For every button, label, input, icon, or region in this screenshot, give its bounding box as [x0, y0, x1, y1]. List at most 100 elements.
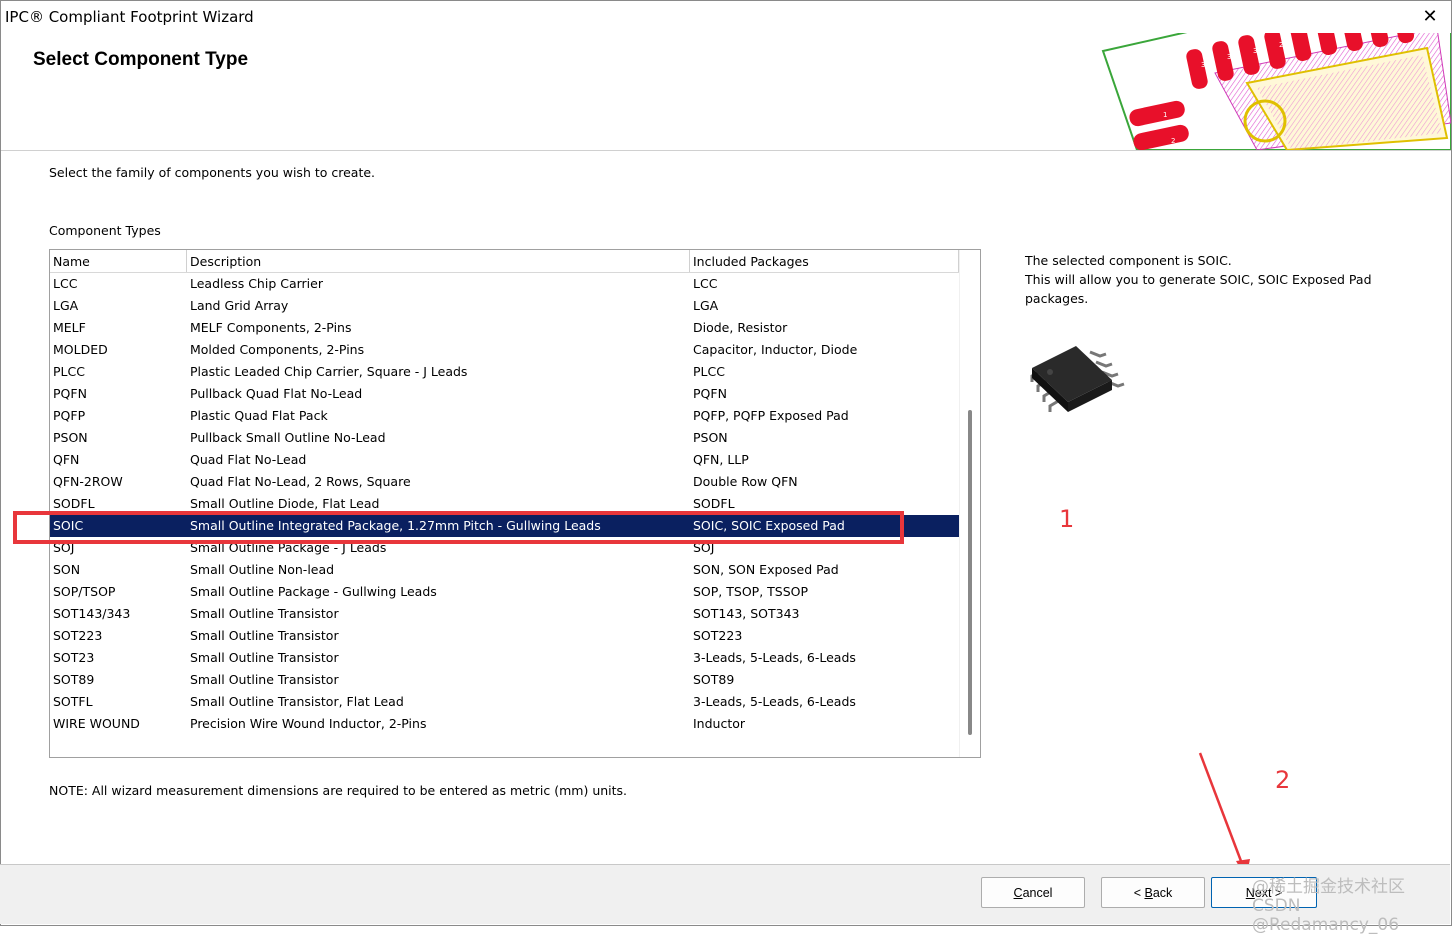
annotation-label-1: 1	[1059, 505, 1075, 533]
cell-name: PQFN	[53, 386, 87, 401]
cell-name: LGA	[53, 298, 79, 313]
table-row[interactable]: PLCC Plastic Leaded Chip Carrier, Square …	[50, 361, 959, 383]
pcb-pad-label: 31	[1227, 53, 1236, 61]
cell-name: SOT89	[53, 672, 95, 687]
cell-packages: PQFP, PQFP Exposed Pad	[693, 408, 849, 423]
table-row[interactable]: QFN Quad Flat No-Lead QFN, LLP	[50, 449, 959, 471]
cell-packages: SOP, TSOP, TSSOP	[693, 584, 809, 599]
pcb-pad-label: 1	[1163, 111, 1167, 119]
cell-description: Pullback Small Outline No-Lead	[190, 430, 386, 445]
table-row[interactable]: SOTFL Small Outline Transistor, Flat Lead…	[50, 691, 959, 713]
metric-note: NOTE: All wizard measurement dimensions …	[49, 783, 628, 798]
cell-name: PSON	[53, 430, 88, 445]
cell-name: PLCC	[53, 364, 85, 379]
component-types-list[interactable]: Name Description Included Packages LCC Le…	[49, 249, 981, 758]
soic-chip-icon	[1020, 340, 1130, 430]
cell-packages: LCC	[693, 276, 718, 291]
column-header-packages[interactable]: Included Packages	[690, 250, 959, 272]
cell-packages: PQFN	[693, 386, 727, 401]
cancel-accelerator: C	[1013, 886, 1023, 900]
cell-packages: Inductor	[693, 716, 746, 731]
cell-name: MELF	[53, 320, 86, 335]
cancel-button[interactable]: Cancel	[981, 877, 1085, 908]
table-row[interactable]: SOP/TSOP Small Outline Package - Gullwing…	[50, 581, 959, 603]
cell-description: Quad Flat No-Lead	[190, 452, 307, 467]
watermark: @稀土掘金技术社区 CSDN @Redamancy_06	[1252, 878, 1452, 935]
page-title: Select Component Type	[33, 49, 249, 70]
cell-name: SOT223	[53, 628, 103, 643]
column-header-name[interactable]: Name	[50, 250, 187, 272]
cell-name: LCC	[53, 276, 78, 291]
vertical-scrollbar[interactable]	[959, 250, 980, 757]
annotation-label-2: 2	[1275, 766, 1291, 794]
table-row[interactable]: SOT23 Small Outline Transistor 3-Leads, 5-…	[50, 647, 959, 669]
pcb-pad-label: 32	[1201, 61, 1210, 69]
cell-description: Small Outline Transistor	[190, 628, 339, 643]
cell-description: Plastic Leaded Chip Carrier, Square - J …	[190, 364, 468, 379]
cell-name: PQFP	[53, 408, 86, 423]
cell-description: Small Outline Transistor, Flat Lead	[190, 694, 404, 709]
cell-packages: SOT223	[693, 628, 743, 643]
window-title: IPC® Compliant Footprint Wizard	[5, 8, 254, 26]
info-line-2: This will allow you to generate SOIC, SO…	[1025, 272, 1372, 287]
cell-name: QFN-2ROW	[53, 474, 123, 489]
cell-packages: SON, SON Exposed Pad	[693, 562, 839, 577]
title-bar: IPC® Compliant Footprint Wizard ✕	[1, 1, 1451, 33]
table-row[interactable]: PSON Pullback Small Outline No-Lead PSON	[50, 427, 959, 449]
cell-packages: Double Row QFN	[693, 474, 798, 489]
cell-description: Small Outline Package - Gullwing Leads	[190, 584, 437, 599]
table-row[interactable]: QFN-2ROW Quad Flat No-Lead, 2 Rows, Squar…	[50, 471, 959, 493]
cell-description: Quad Flat No-Lead, 2 Rows, Square	[190, 474, 411, 489]
table-row[interactable]: PQFN Pullback Quad Flat No-Lead PQFN	[50, 383, 959, 405]
cell-packages: Capacitor, Inductor, Diode	[693, 342, 858, 357]
cell-name: SOTFL	[53, 694, 93, 709]
selection-info: The selected component is SOIC. This wil…	[1025, 251, 1405, 308]
cell-description: MELF Components, 2-Pins	[190, 320, 352, 335]
cell-description: Small Outline Non-lead	[190, 562, 335, 577]
table-row[interactable]: PQFP Plastic Quad Flat Pack PQFP, PQFP Exp…	[50, 405, 959, 427]
cell-packages: SOT143, SOT343	[693, 606, 800, 621]
scrollbar-thumb[interactable]	[968, 410, 972, 735]
cell-description: Pullback Quad Flat No-Lead	[190, 386, 363, 401]
table-row[interactable]: WIRE WOUND Precision Wire Wound Inductor,…	[50, 713, 959, 735]
header-divider	[1, 150, 1451, 151]
table-row[interactable]: SOT89 Small Outline Transistor SOT89	[50, 669, 959, 691]
cell-name: WIRE WOUND	[53, 716, 140, 731]
cell-description: Small Outline Transistor	[190, 672, 339, 687]
back-button[interactable]: < Back	[1101, 877, 1205, 908]
cell-description: Small Outline Transistor	[190, 650, 339, 665]
cell-packages: QFN, LLP	[693, 452, 749, 467]
cell-packages: SOT89	[693, 672, 735, 687]
table-row[interactable]: MOLDED Molded Components, 2-Pins Capacitor…	[50, 339, 959, 361]
table-row[interactable]: SON Small Outline Non-lead SON, SON Expose…	[50, 559, 959, 581]
cell-packages: 3-Leads, 5-Leads, 6-Leads	[693, 694, 856, 709]
table-row[interactable]: MELF MELF Components, 2-Pins Diode, Resist…	[50, 317, 959, 339]
cell-packages: Diode, Resistor	[693, 320, 788, 335]
instructions-text: Select the family of components you wish…	[49, 165, 376, 180]
list-rows: LCC Leadless Chip Carrier LCC LGA Land Grid …	[50, 273, 959, 735]
table-row[interactable]: LCC Leadless Chip Carrier LCC	[50, 273, 959, 295]
pcb-pad-label: 30	[1253, 47, 1262, 55]
cell-name: SOT143/343	[53, 606, 131, 621]
cell-name: SOP/TSOP	[53, 584, 116, 599]
cell-name: SOT23	[53, 650, 95, 665]
cell-name: SON	[53, 562, 81, 577]
watermark-line-2: CSDN @Redamancy_06	[1252, 896, 1400, 935]
column-header-description[interactable]: Description	[187, 250, 690, 272]
cell-description: Molded Components, 2-Pins	[190, 342, 365, 357]
cell-packages: PLCC	[693, 364, 725, 379]
cell-description: Leadless Chip Carrier	[190, 276, 323, 291]
table-row[interactable]: LGA Land Grid Array LGA	[50, 295, 959, 317]
table-row[interactable]: SOT143/343 Small Outline Transistor SOT143…	[50, 603, 959, 625]
close-icon[interactable]: ✕	[1417, 4, 1443, 30]
cell-packages: LGA	[693, 298, 719, 313]
info-line-3: packages.	[1025, 291, 1089, 306]
cell-description: Precision Wire Wound Inductor, 2-Pins	[190, 716, 427, 731]
table-row[interactable]: SOT223 Small Outline Transistor SOT223	[50, 625, 959, 647]
cell-packages: 3-Leads, 5-Leads, 6-Leads	[693, 650, 856, 665]
pcb-pad-label: 29	[1279, 41, 1288, 49]
cell-name: MOLDED	[53, 342, 108, 357]
component-types-label: Component Types	[49, 223, 161, 238]
cell-description: Plastic Quad Flat Pack	[190, 408, 328, 423]
cell-name: QFN	[53, 452, 80, 467]
